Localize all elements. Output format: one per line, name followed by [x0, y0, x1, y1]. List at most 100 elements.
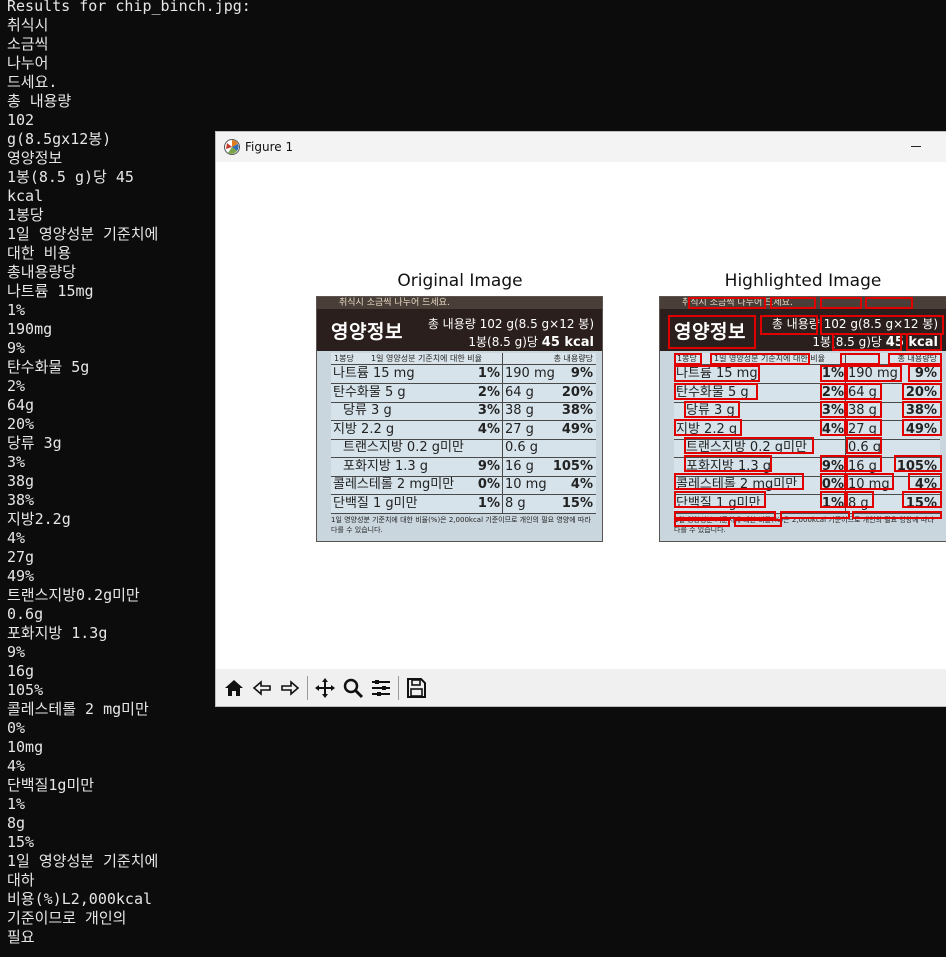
nutrient-pct: 1% [477, 366, 500, 381]
nutrient-pct: 9% [477, 458, 500, 474]
highlight-box [684, 401, 740, 418]
highlight-box [865, 297, 913, 309]
highlight-box [846, 437, 882, 454]
nutrient-total-pct: 49% [561, 421, 593, 437]
terminal-line: 1% [7, 795, 26, 813]
configure-icon[interactable] [367, 674, 395, 702]
nutrient-total-pct: 105% [552, 458, 593, 474]
highlighted-image-title: Highlighted Image [724, 271, 882, 291]
original-image-title: Original Image [397, 271, 523, 291]
nutrient-name: 단백질 1 g미만 [333, 495, 418, 511]
nutrition-row: 나트륨 15 mg 1% 190 mg 9% [331, 365, 596, 384]
terminal-line: 1일 영양성분 기준치에 [7, 852, 159, 870]
highlight-box [674, 365, 760, 382]
highlight-box [846, 491, 874, 508]
highlight-box [674, 473, 804, 490]
label-footer: 1일 영양성분 기준치에 대한 비율(%)은 2,000kcal 기준이므로 개… [331, 516, 591, 534]
highlight-box [820, 315, 944, 335]
terminal-line: 15% [7, 833, 35, 851]
highlight-box [820, 383, 846, 400]
highlight-box [820, 473, 846, 490]
highlight-box [902, 491, 942, 508]
nutrition-row: 지방 2.2 g 4% 27 g 49% [331, 421, 596, 440]
highlight-box [852, 511, 942, 519]
highlight-box [888, 353, 942, 365]
terminal-line: 대하 [7, 871, 35, 889]
highlight-box [846, 401, 882, 418]
nutrient-pct: 0% [477, 477, 500, 492]
terminal-line: 4% [7, 757, 26, 775]
highlight-box [668, 315, 756, 349]
terminal-line: 단백질1g미만 [7, 776, 95, 794]
window-titlebar[interactable]: Figure 1 [216, 132, 946, 162]
nutrition-row: 트랜스지방 0.2 g미만 0.6 g [331, 439, 596, 458]
highlight-box [846, 365, 902, 382]
save-icon[interactable] [402, 674, 430, 702]
label-kcal: 45 kcal [541, 335, 594, 350]
nutrient-total-pct: 38% [561, 403, 593, 418]
back-icon[interactable] [248, 674, 276, 702]
home-icon[interactable] [220, 674, 248, 702]
highlight-box [674, 383, 758, 400]
highlight-box [674, 353, 702, 365]
minimize-icon[interactable] [908, 138, 924, 154]
highlight-box [846, 473, 894, 490]
nutrient-pct: 4% [477, 421, 500, 437]
nutrient-total-pct: 20% [561, 384, 593, 400]
highlight-box [902, 401, 942, 418]
nutrient-total: 38 g [505, 403, 534, 418]
forward-icon[interactable] [276, 674, 304, 702]
nutrition-row: 당류 3 g 3% 38 g 38% [331, 402, 596, 421]
terminal-line: 10mg [7, 738, 44, 756]
label-top-text: 취식시 소금씩 나누어 드세요. [317, 297, 602, 309]
nutrient-name: 트랜스지방 0.2 g미만 [343, 440, 464, 455]
table-divider [502, 353, 503, 513]
nutrient-name: 나트륨 15 mg [333, 366, 415, 381]
nutrient-total-pct: 15% [561, 495, 593, 511]
zoom-icon[interactable] [339, 674, 367, 702]
highlight-box [902, 383, 942, 400]
highlight-box [820, 365, 846, 382]
pan-icon[interactable] [311, 674, 339, 702]
nutrient-name: 탄수화물 5 g [333, 384, 406, 400]
highlight-box [846, 419, 882, 436]
window-title: Figure 1 [245, 140, 294, 154]
nutrient-total: 0.6 g [505, 440, 539, 455]
terminal-line: 총 내용량 [7, 92, 72, 110]
label-table: 1봉당 1일 영양성분 기준치에 대한 비율 총 내용량당 나트륨 15 mg 1% 19… [331, 353, 596, 514]
label-per-serving-text: 1봉(8.5 g)당 [468, 335, 538, 349]
highlight-box [908, 365, 942, 382]
terminal-line: Results for chip_binch.jpg: [7, 0, 251, 15]
highlight-box [770, 297, 816, 309]
highlight-box [820, 455, 846, 472]
highlight-box [780, 511, 850, 519]
nutrition-row: 포화지방 1.3 g 9% 16 g 105% [331, 458, 596, 477]
nutrient-total: 190 mg [505, 366, 555, 381]
header-mid: 1일 영양성분 기준치에 대한 비율 [371, 354, 482, 363]
figure-window[interactable]: Figure 1 Original Image Highlighted Imag… [215, 131, 946, 707]
terminal-line: 드세요. [7, 73, 58, 91]
highlight-box [846, 455, 882, 472]
label-total: 총 내용량 102 g(8.5 g×12 봉) [427, 317, 594, 331]
nutrient-name: 당류 3 g [343, 403, 392, 418]
terminal-line: 취식시 [7, 16, 49, 34]
nutrient-total: 64 g [505, 384, 534, 400]
original-image: 취식시 소금씩 나누어 드세요. 영양정보 총 내용량 102 g(8.5 g×12… [316, 296, 603, 542]
nutrition-row: 탄수화물 5 g 2% 64 g 20% [331, 384, 596, 403]
nutrient-total: 27 g [505, 421, 534, 437]
terminal-line: 기준이므로 개인의 [7, 909, 127, 927]
highlight-box [674, 419, 742, 436]
highlight-box [840, 353, 880, 365]
highlight-box [674, 511, 776, 519]
highlight-box [820, 419, 846, 436]
nutrient-pct: 1% [477, 495, 500, 511]
header-right: 총 내용량당 [553, 354, 593, 363]
label-per-serving: 1봉(8.5 g)당 45 kcal [468, 333, 594, 350]
highlight-box [684, 437, 814, 454]
label-heading: 영양정보 [331, 321, 403, 343]
nutrient-name: 콜레스테롤 2 mg미만 [333, 477, 455, 492]
highlight-box [760, 315, 818, 335]
highlight-box [820, 297, 862, 309]
figure-canvas[interactable]: Original Image Highlighted Image 취식시 소금씩… [216, 162, 946, 670]
highlight-box [894, 455, 942, 472]
